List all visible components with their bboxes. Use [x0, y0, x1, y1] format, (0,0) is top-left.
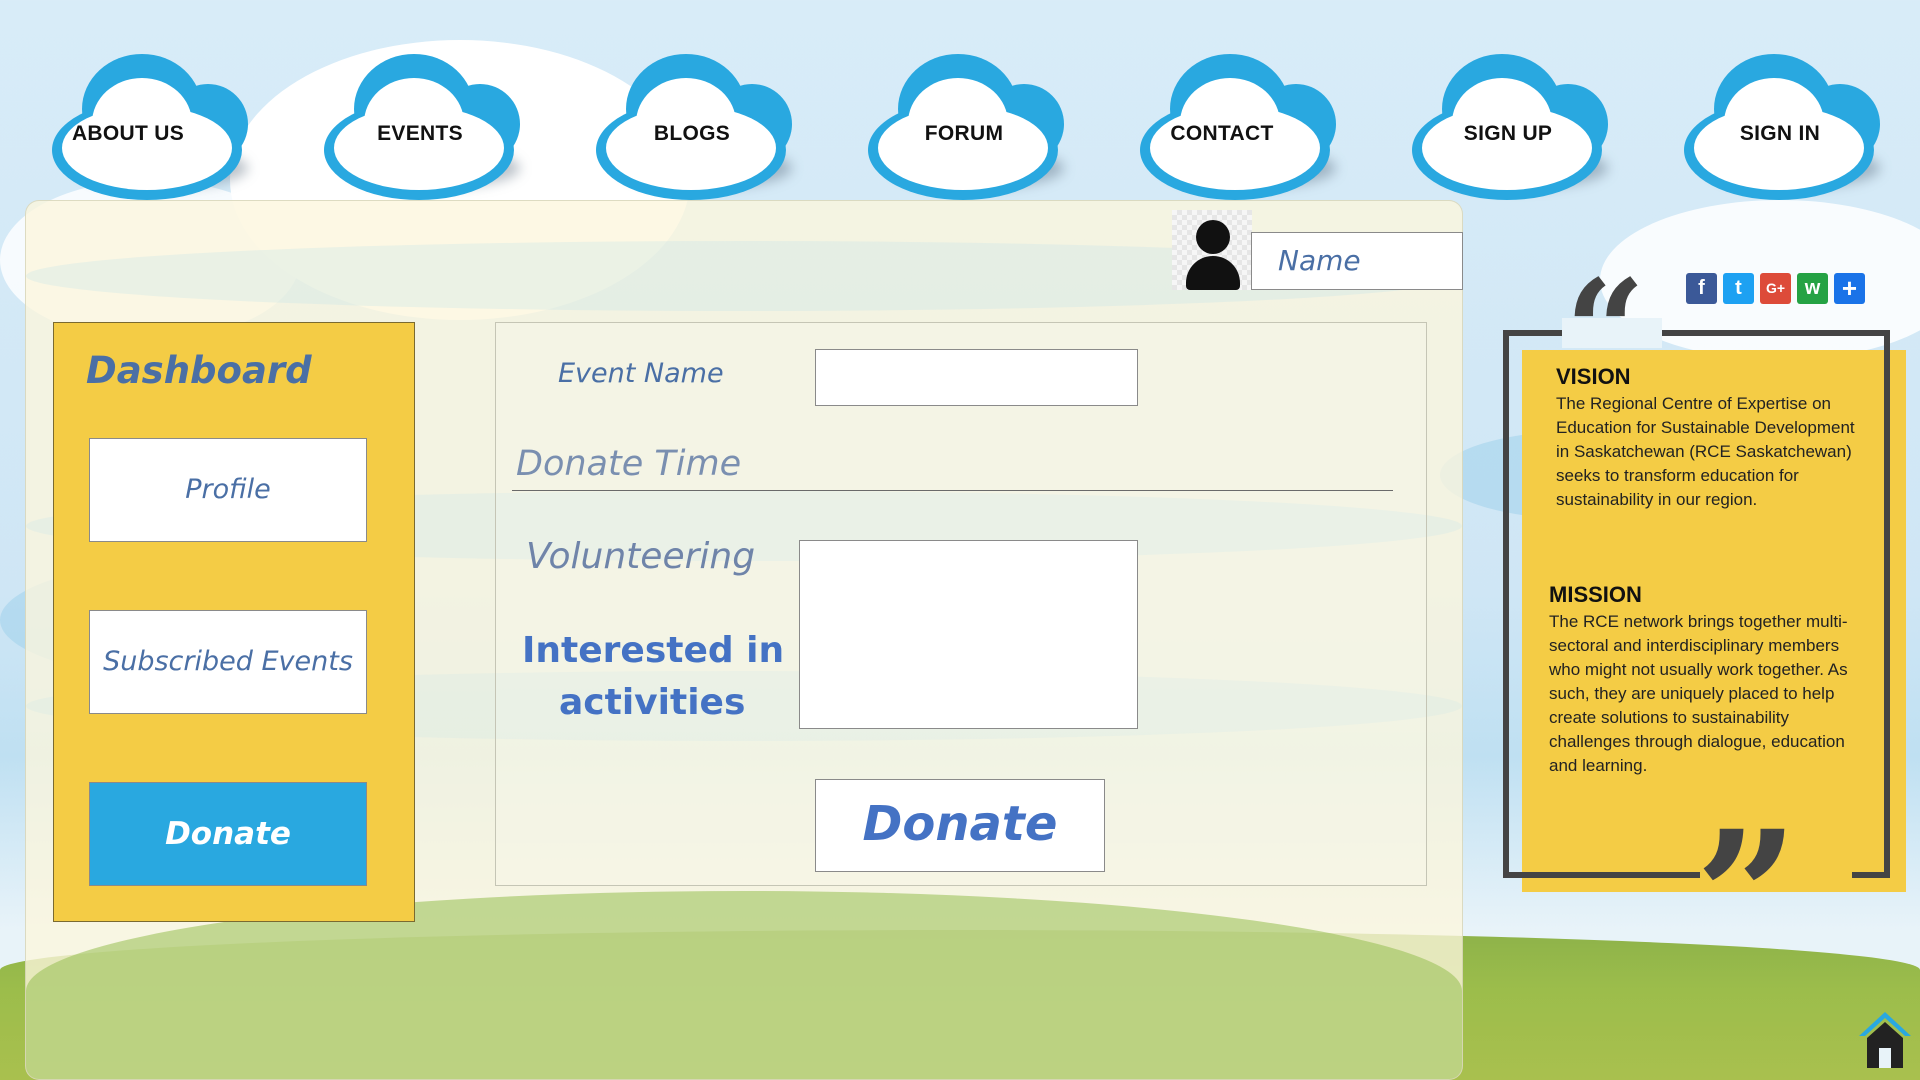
nav-blogs[interactable]: BLOGS — [592, 48, 792, 200]
event-name-label: Event Name — [558, 358, 724, 389]
sidebar-item-profile[interactable]: Profile — [89, 438, 367, 542]
nav-label: SIGN IN — [1739, 122, 1821, 145]
nav-label: EVENTS — [377, 122, 463, 145]
donate-submit-button[interactable]: Donate — [815, 779, 1105, 872]
nav-sign-in[interactable]: SIGN IN — [1680, 48, 1880, 200]
nav-about-us[interactable]: ABOUT US — [48, 48, 248, 200]
facebook-icon[interactable]: f — [1686, 273, 1717, 304]
activities-textarea[interactable] — [799, 540, 1138, 729]
nav-label: SIGN UP — [1463, 122, 1553, 145]
activities-label: activities — [559, 682, 746, 723]
user-body-icon — [1186, 256, 1240, 290]
donate-time-label: Donate Time — [516, 444, 742, 484]
top-navigation: ABOUT US EVENTS BLOGS FORUM CONTACT SIGN… — [0, 48, 1920, 200]
close-quote-icon: ” — [1695, 792, 1799, 1003]
nav-label: ABOUT US — [71, 122, 185, 145]
mission-text: The RCE network brings together multi-se… — [1549, 612, 1848, 775]
home-icon[interactable] — [1857, 1010, 1913, 1070]
vision-text: The Regional Centre of Expertise on Educ… — [1556, 394, 1855, 509]
nav-label: FORUM — [924, 122, 1004, 145]
nav-label: BLOGS — [653, 122, 731, 145]
interested-in-label: Interested in — [522, 630, 785, 671]
twitter-icon[interactable]: t — [1723, 273, 1754, 304]
nav-events[interactable]: EVENTS — [320, 48, 520, 200]
vision-heading: VISION — [1556, 364, 1631, 389]
sidebar-item-subscribed-events[interactable]: Subscribed Events — [89, 610, 367, 714]
event-name-input[interactable] — [815, 349, 1138, 406]
google-plus-icon[interactable]: G+ — [1760, 273, 1791, 304]
dashboard-sidebar: Dashboard Profile Subscribed Events Dona… — [53, 322, 415, 922]
sidebar-title: Dashboard — [86, 349, 312, 392]
user-avatar[interactable] — [1172, 210, 1252, 290]
nav-sign-up[interactable]: SIGN UP — [1408, 48, 1608, 200]
donate-time-underline[interactable] — [512, 490, 1393, 491]
user-head-icon — [1196, 220, 1230, 254]
volunteering-label: Volunteering — [526, 536, 756, 577]
mission-heading: MISSION — [1549, 582, 1642, 607]
user-name-field[interactable]: Name — [1251, 232, 1463, 290]
nav-forum[interactable]: FORUM — [864, 48, 1064, 200]
sidebar-item-donate[interactable]: Donate — [89, 782, 367, 886]
whatsapp-icon[interactable]: w — [1797, 273, 1828, 304]
nav-label: CONTACT — [1170, 122, 1274, 145]
nav-contact[interactable]: CONTACT — [1136, 48, 1336, 200]
share-plus-icon[interactable]: + — [1834, 273, 1865, 304]
